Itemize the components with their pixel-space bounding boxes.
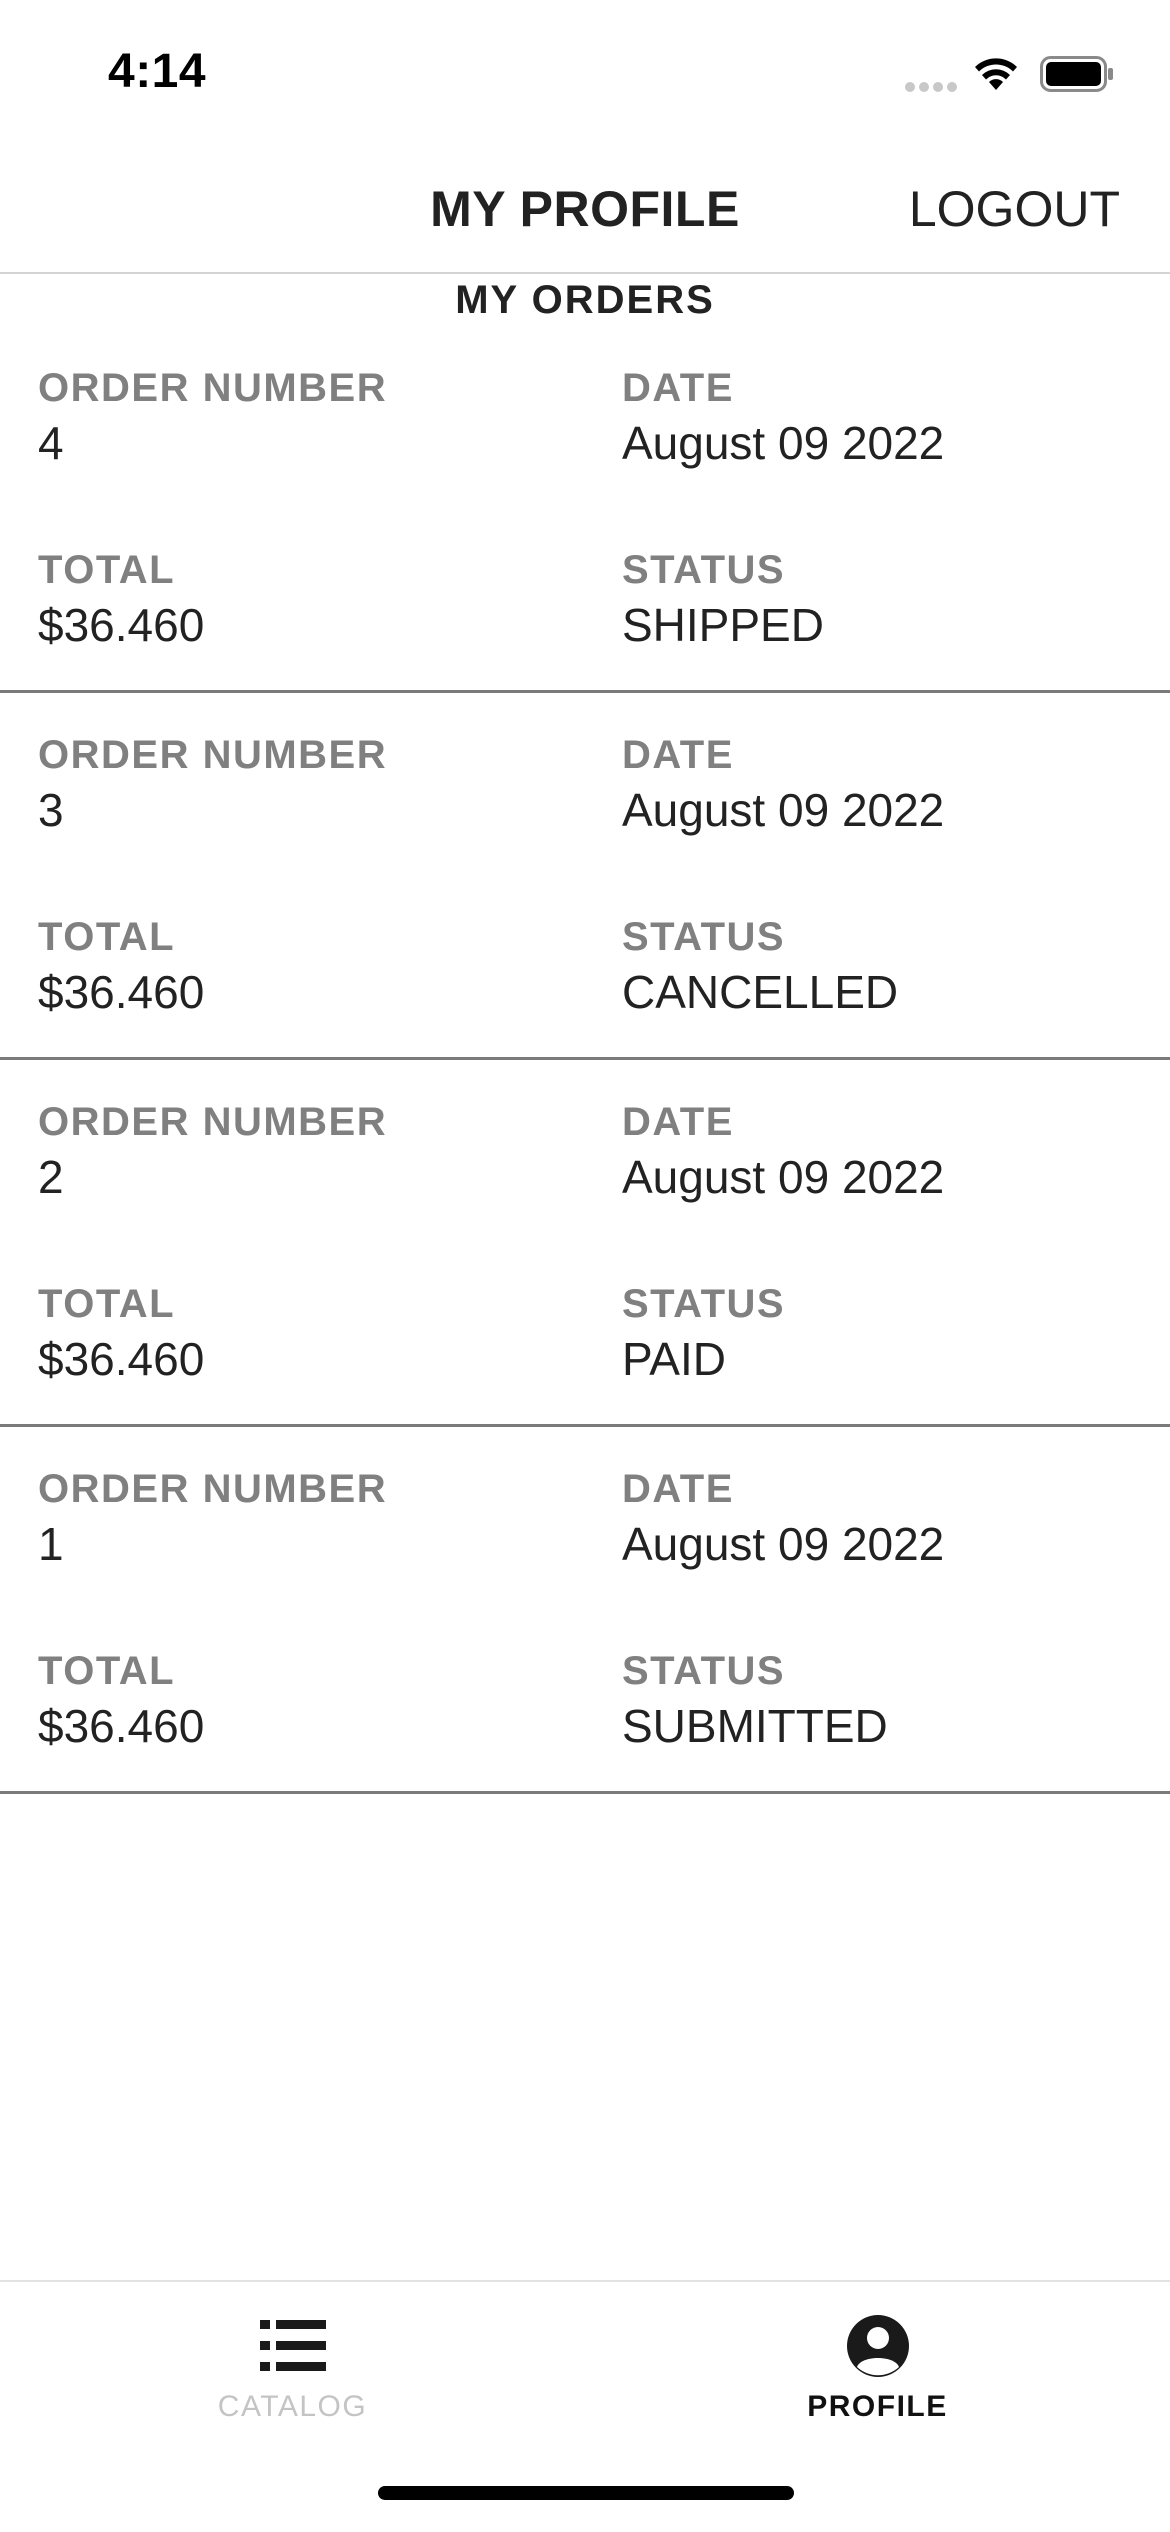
order-status-label: STATUS [622, 1282, 786, 1326]
order-number-label: ORDER NUMBER [38, 366, 388, 410]
logout-button[interactable]: LOGOUT [909, 180, 1120, 238]
battery-icon [1040, 56, 1113, 92]
order-status-field: STATUS CANCELLED [622, 913, 1142, 1021]
screen: 4:14 MY PROFILE LOGOUT MY ORDERS ORDER N… [0, 0, 1170, 2532]
order-number-label: ORDER NUMBER [38, 1467, 388, 1511]
order-date-value: August 09 2022 [622, 784, 945, 836]
order-status-value: SHIPPED [622, 599, 824, 651]
order-total-value: $36.460 [38, 1333, 205, 1385]
order-card[interactable]: ORDER NUMBER 3 DATE August 09 2022 TOTAL… [0, 693, 1170, 1060]
tab-profile[interactable]: PROFILE [585, 2282, 1170, 2462]
order-total-field: TOTAL $36.460 [38, 1280, 558, 1388]
order-status-value: PAID [622, 1333, 726, 1385]
order-date-field: DATE August 09 2022 [622, 1098, 1142, 1206]
order-total-value: $36.460 [38, 966, 205, 1018]
order-date-field: DATE August 09 2022 [622, 364, 1142, 472]
order-date-value: August 09 2022 [622, 417, 945, 469]
order-number-field: ORDER NUMBER 1 [38, 1465, 558, 1573]
order-status-value: SUBMITTED [622, 1700, 888, 1752]
wifi-icon [975, 58, 1017, 90]
order-card[interactable]: ORDER NUMBER 2 DATE August 09 2022 TOTAL… [0, 1060, 1170, 1427]
order-status-field: STATUS SHIPPED [622, 546, 1142, 654]
order-status-field: STATUS SUBMITTED [622, 1647, 1142, 1755]
order-date-label: DATE [622, 1467, 734, 1511]
tab-catalog[interactable]: CATALOG [0, 2282, 585, 2462]
status-time: 4:14 [108, 45, 207, 98]
order-total-field: TOTAL $36.460 [38, 913, 558, 1021]
order-number-value: 3 [38, 784, 64, 836]
order-status-value: CANCELLED [622, 966, 899, 1018]
order-date-value: August 09 2022 [622, 1518, 945, 1570]
orders-list: ORDER NUMBER 4 DATE August 09 2022 TOTAL… [0, 326, 1170, 1794]
cellular-signal-icon [905, 82, 957, 92]
order-total-label: TOTAL [38, 1282, 176, 1326]
order-date-label: DATE [622, 733, 734, 777]
order-status-label: STATUS [622, 548, 786, 592]
order-status-label: STATUS [622, 915, 786, 959]
order-card[interactable]: ORDER NUMBER 4 DATE August 09 2022 TOTAL… [0, 326, 1170, 693]
user-circle-icon [846, 2315, 909, 2377]
order-number-label: ORDER NUMBER [38, 733, 388, 777]
order-date-field: DATE August 09 2022 [622, 1465, 1142, 1573]
order-total-label: TOTAL [38, 915, 176, 959]
order-date-field: DATE August 09 2022 [622, 731, 1142, 839]
order-number-value: 2 [38, 1151, 64, 1203]
order-total-value: $36.460 [38, 599, 205, 651]
status-bar: 4:14 [0, 0, 1170, 140]
order-number-field: ORDER NUMBER 4 [38, 364, 558, 472]
order-date-value: August 09 2022 [622, 1151, 945, 1203]
order-total-label: TOTAL [38, 548, 176, 592]
order-number-label: ORDER NUMBER [38, 1100, 388, 1144]
section-title-my-orders: MY ORDERS [455, 278, 715, 322]
order-number-value: 4 [38, 417, 64, 469]
home-indicator[interactable] [378, 2486, 794, 2500]
order-number-value: 1 [38, 1518, 64, 1570]
order-status-label: STATUS [622, 1649, 786, 1693]
order-total-label: TOTAL [38, 1649, 176, 1693]
order-card[interactable]: ORDER NUMBER 1 DATE August 09 2022 TOTAL… [0, 1427, 1170, 1794]
order-number-field: ORDER NUMBER 3 [38, 731, 558, 839]
order-status-field: STATUS PAID [622, 1280, 1142, 1388]
nav-header: MY PROFILE LOGOUT [0, 140, 1170, 274]
order-date-label: DATE [622, 366, 734, 410]
order-number-field: ORDER NUMBER 2 [38, 1098, 558, 1206]
order-total-field: TOTAL $36.460 [38, 546, 558, 654]
order-total-value: $36.460 [38, 1700, 205, 1752]
tab-catalog-label: CATALOG [217, 2390, 368, 2423]
order-total-field: TOTAL $36.460 [38, 1647, 558, 1755]
tab-profile-label: PROFILE [807, 2390, 948, 2423]
list-icon [259, 2320, 326, 2371]
order-date-label: DATE [622, 1100, 734, 1144]
